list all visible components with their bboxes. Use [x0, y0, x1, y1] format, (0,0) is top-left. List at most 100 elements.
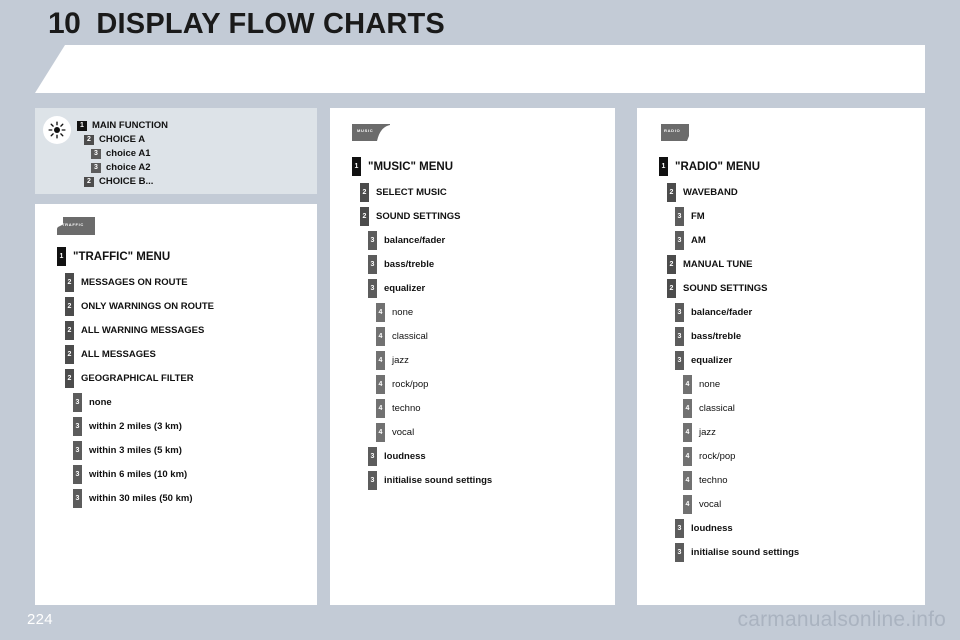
menu-item-label: jazz — [699, 427, 716, 438]
menu-item-label: balance/fader — [691, 307, 753, 318]
page-title: DISPLAY FLOW CHARTS — [96, 7, 445, 40]
menu-item[interactable]: 4 classical — [683, 399, 799, 418]
menu-item[interactable]: 4 none — [376, 303, 492, 322]
menu-item-label: GEOGRAPHICAL FILTER — [81, 373, 194, 384]
menu-item[interactable]: 3 loudness — [675, 519, 799, 538]
menu-item[interactable]: 3 within 2 miles (3 km) — [73, 417, 214, 436]
menu-level-badge: 4 — [683, 375, 692, 394]
menu-item-label: ONLY WARNINGS ON ROUTE — [81, 301, 215, 312]
menu-item[interactable]: 3 equalizer — [675, 351, 799, 370]
legend-row-label: choice A1 — [106, 148, 151, 159]
menu-item-label: "TRAFFIC" MENU — [73, 250, 171, 263]
legend-row: 3 choice A2 — [91, 161, 168, 174]
menu-item[interactable]: 3 bass/treble — [675, 327, 799, 346]
menu-level-badge: 1 — [57, 247, 66, 266]
menu-item[interactable]: 3 FM — [675, 207, 799, 226]
menu-item[interactable]: 3 within 6 miles (10 km) — [73, 465, 214, 484]
column-traffic: 1 MAIN FUNCTION 2 CHOICE A 3 choice A1 3 choice… — [35, 108, 317, 605]
menu-item[interactable]: 4 vocal — [683, 495, 799, 514]
menu-item-label: within 2 miles (3 km) — [89, 421, 182, 432]
column-music: MUSIC 1 "MUSIC" MENU 2 SELECT MUSIC 2 SOUND S… — [330, 108, 615, 605]
menu-item[interactable]: 2 MESSAGES ON ROUTE — [65, 273, 214, 292]
menu-item[interactable]: 2 SOUND SETTINGS — [360, 207, 492, 226]
menu-item[interactable]: 1 "TRAFFIC" MENU — [57, 247, 214, 266]
menu-level-badge: 4 — [683, 423, 692, 442]
legend-row-label: choice A2 — [106, 162, 151, 173]
menu-item-label: MESSAGES ON ROUTE — [81, 277, 188, 288]
column-radio: RADIO 1 "RADIO" MENU 2 WAVEBAND 3 FM 3 AM 2 MANUA… — [637, 108, 925, 605]
menu-level-badge: 4 — [683, 495, 692, 514]
radio-tab-icon: RADIO — [659, 122, 697, 141]
menu-level-badge: 3 — [675, 327, 684, 346]
menu-item[interactable]: 2 GEOGRAPHICAL FILTER — [65, 369, 214, 388]
menu-level-badge: 4 — [376, 327, 385, 346]
menu-level-badge: 2 — [65, 297, 74, 316]
menu-item[interactable]: 3 initialise sound settings — [675, 543, 799, 562]
menu-item-label: rock/pop — [699, 451, 736, 462]
menu-item[interactable]: 4 vocal — [376, 423, 492, 442]
menu-item-label: ALL MESSAGES — [81, 349, 156, 360]
chapter-header-band — [35, 45, 925, 93]
menu-item[interactable]: 2 SELECT MUSIC — [360, 183, 492, 202]
menu-item[interactable]: 4 techno — [376, 399, 492, 418]
legend-rows: 1 MAIN FUNCTION 2 CHOICE A 3 choice A1 3 choice… — [77, 119, 168, 189]
legend-row: 2 CHOICE A — [84, 133, 168, 146]
menu-item[interactable]: 4 jazz — [376, 351, 492, 370]
menu-level-badge: 2 — [360, 183, 369, 202]
menu-item[interactable]: 4 rock/pop — [683, 447, 799, 466]
menu-item-label: techno — [392, 403, 421, 414]
menu-item[interactable]: 4 classical — [376, 327, 492, 346]
menu-item[interactable]: 3 equalizer — [368, 279, 492, 298]
menu-item[interactable]: 3 balance/fader — [368, 231, 492, 250]
legend-row-label: MAIN FUNCTION — [92, 120, 168, 131]
menu-item[interactable]: 2 MANUAL TUNE — [667, 255, 799, 274]
menu-item[interactable]: 1 "RADIO" MENU — [659, 157, 799, 176]
menu-item-label: none — [392, 307, 414, 318]
menu-item-label: AM — [691, 235, 706, 246]
menu-level-badge: 2 — [667, 183, 676, 202]
menu-item-label: vocal — [699, 499, 722, 510]
music-tab-icon: MUSIC — [352, 122, 390, 141]
menu-item[interactable]: 3 loudness — [368, 447, 492, 466]
legend-level-badge: 2 — [84, 134, 94, 145]
menu-item[interactable]: 4 techno — [683, 471, 799, 490]
menu-item[interactable]: 3 none — [73, 393, 214, 412]
menu-item[interactable]: 4 none — [683, 375, 799, 394]
menu-item[interactable]: 2 WAVEBAND — [667, 183, 799, 202]
radio-tab-icon-label: RADIO — [664, 128, 681, 133]
menu-item-label: SELECT MUSIC — [376, 187, 447, 198]
menu-item-label: none — [89, 397, 112, 408]
menu-item[interactable]: 2 ALL WARNING MESSAGES — [65, 321, 214, 340]
menu-item-label: loudness — [384, 451, 426, 462]
menu-item-label: initialise sound settings — [384, 475, 493, 486]
legend-panel: 1 MAIN FUNCTION 2 CHOICE A 3 choice A1 3 choice… — [35, 108, 317, 194]
menu-level-badge: 3 — [675, 543, 684, 562]
menu-item[interactable]: 3 within 3 miles (5 km) — [73, 441, 214, 460]
menu-item[interactable]: 3 initialise sound settings — [368, 471, 492, 490]
menu-item-label: loudness — [691, 523, 733, 534]
menu-item[interactable]: 3 balance/fader — [675, 303, 799, 322]
radio-menu-tree: 1 "RADIO" MENU 2 WAVEBAND 3 FM 3 AM 2 MANUAL TUNE… — [659, 157, 799, 562]
menu-item[interactable]: 1 "MUSIC" MENU — [352, 157, 492, 176]
menu-item[interactable]: 4 rock/pop — [376, 375, 492, 394]
menu-item[interactable]: 2 SOUND SETTINGS — [667, 279, 799, 298]
menu-item-label: bass/treble — [384, 259, 435, 270]
chapter-header: 10 DISPLAY FLOW CHARTS — [48, 0, 445, 48]
menu-level-badge: 4 — [683, 399, 692, 418]
menu-level-badge: 3 — [368, 231, 377, 250]
traffic-menu-tree: 1 "TRAFFIC" MENU 2 MESSAGES ON ROUTE 2 ONLY W… — [57, 247, 214, 508]
menu-item[interactable]: 2 ONLY WARNINGS ON ROUTE — [65, 297, 214, 316]
menu-item-label: within 30 miles (50 km) — [89, 493, 193, 504]
menu-item[interactable]: 4 jazz — [683, 423, 799, 442]
menu-item[interactable]: 3 AM — [675, 231, 799, 250]
menu-level-badge: 3 — [73, 441, 82, 460]
menu-level-badge: 3 — [73, 489, 82, 508]
menu-item[interactable]: 3 bass/treble — [368, 255, 492, 274]
menu-item[interactable]: 2 ALL MESSAGES — [65, 345, 214, 364]
legend-row: 3 choice A1 — [91, 147, 168, 160]
traffic-tab-icon: TRAFFIC — [57, 216, 95, 235]
menu-level-badge: 4 — [683, 447, 692, 466]
menu-level-badge: 2 — [667, 279, 676, 298]
menu-item[interactable]: 3 within 30 miles (50 km) — [73, 489, 214, 508]
menu-level-badge: 2 — [667, 255, 676, 274]
